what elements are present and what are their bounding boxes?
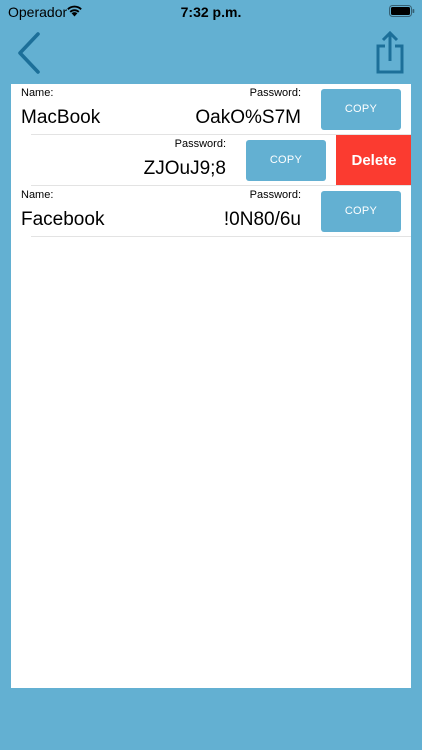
row-divider	[31, 236, 411, 237]
battery-icon	[389, 5, 415, 17]
password-label: Password:	[174, 138, 226, 150]
clock: 7:32 p.m.	[180, 4, 242, 20]
entry-name: MacBook	[21, 107, 101, 128]
name-label: Name:	[21, 87, 54, 99]
copy-button[interactable]: COPY	[246, 140, 326, 181]
share-button[interactable]	[370, 30, 410, 76]
password-label: Password:	[249, 189, 301, 201]
share-icon	[376, 30, 404, 74]
delete-button[interactable]: Delete	[336, 135, 411, 186]
list-item: Password: ZJOuJ9;8 COPY Delete	[11, 135, 411, 186]
entry-name: Facebook	[21, 209, 105, 230]
chevron-left-icon	[18, 32, 40, 74]
name-label: Name:	[21, 189, 54, 201]
status-bar: Operador 7:32 p.m.	[0, 0, 422, 24]
list-item: Name: MacBook Password: OakO%S7M COPY	[11, 84, 411, 135]
password-value: !0N80/6u	[223, 209, 301, 230]
list-item: Name: Facebook Password: !0N80/6u COPY	[11, 186, 411, 237]
password-label: Password:	[249, 87, 301, 99]
copy-button[interactable]: COPY	[321, 89, 401, 130]
password-value: OakO%S7M	[195, 107, 301, 128]
copy-button[interactable]: COPY	[321, 191, 401, 232]
password-list: Name: MacBook Password: OakO%S7M COPY Pa…	[11, 84, 411, 688]
back-button[interactable]	[10, 30, 50, 76]
password-value: ZJOuJ9;8	[143, 158, 226, 179]
